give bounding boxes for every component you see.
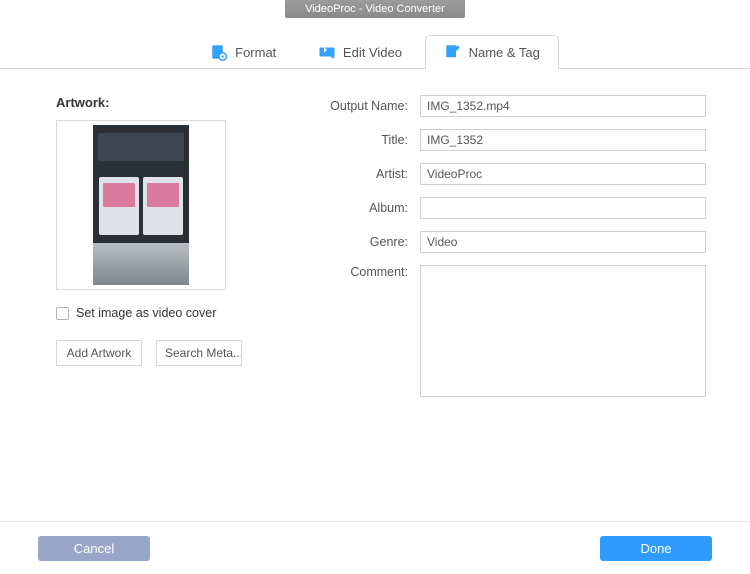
tab-edit-video-label: Edit Video <box>343 45 402 60</box>
title-label: Title: <box>314 133 420 147</box>
artwork-label: Artwork: <box>56 95 256 110</box>
cover-checkbox-label: Set image as video cover <box>76 306 216 320</box>
tab-edit-video[interactable]: Edit Video <box>299 35 421 69</box>
title-input[interactable] <box>420 129 706 151</box>
output-name-label: Output Name: <box>314 99 420 113</box>
artist-label: Artist: <box>314 167 420 181</box>
comment-label: Comment: <box>314 265 420 279</box>
format-icon <box>210 43 228 61</box>
comment-textarea[interactable] <box>420 265 706 397</box>
album-input[interactable] <box>420 197 706 219</box>
tab-format[interactable]: Format <box>191 35 295 69</box>
metadata-form: Output Name: Title: Artist: Album: Genre… <box>314 95 706 409</box>
cover-checkbox-row: Set image as video cover <box>56 306 256 320</box>
search-meta-button[interactable]: Search Meta... <box>156 340 242 366</box>
genre-label: Genre: <box>314 235 420 249</box>
window-title: VideoProc - Video Converter <box>285 0 465 18</box>
footer: Cancel Done <box>0 522 750 574</box>
album-label: Album: <box>314 201 420 215</box>
tab-bar: Format Edit Video Name & Tag <box>0 34 750 68</box>
artwork-image <box>93 125 189 285</box>
edit-video-icon <box>318 43 336 61</box>
content-area: Artwork: Set image as video cover Add Ar… <box>0 69 750 423</box>
cancel-button[interactable]: Cancel <box>38 536 150 561</box>
artwork-buttons: Add Artwork Search Meta... <box>56 340 256 366</box>
done-button[interactable]: Done <box>600 536 712 561</box>
cover-checkbox[interactable] <box>56 307 69 320</box>
artwork-thumbnail[interactable] <box>56 120 226 290</box>
artist-input[interactable] <box>420 163 706 185</box>
tab-name-tag-label: Name & Tag <box>469 45 540 60</box>
name-tag-icon <box>444 43 462 61</box>
output-name-input[interactable] <box>420 95 706 117</box>
genre-input[interactable] <box>420 231 706 253</box>
tab-format-label: Format <box>235 45 276 60</box>
tab-name-tag[interactable]: Name & Tag <box>425 35 559 69</box>
add-artwork-button[interactable]: Add Artwork <box>56 340 142 366</box>
artwork-panel: Artwork: Set image as video cover Add Ar… <box>56 95 256 409</box>
